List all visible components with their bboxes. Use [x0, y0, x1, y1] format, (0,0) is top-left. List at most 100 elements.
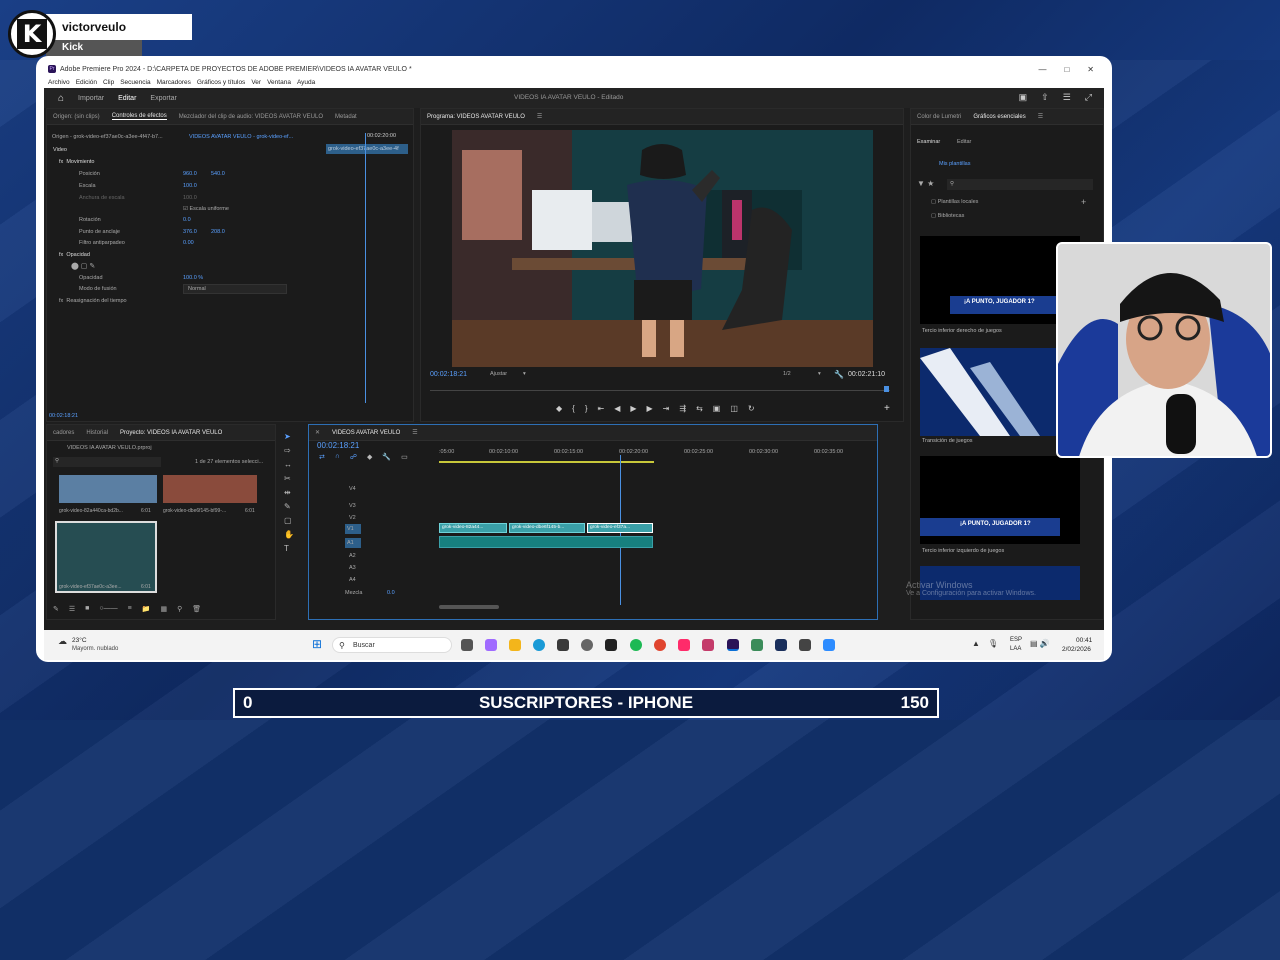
go-to-in-icon[interactable]: ⇤: [598, 404, 605, 413]
find-icon[interactable]: ⚲: [177, 605, 182, 613]
icon-view-icon[interactable]: ■: [85, 605, 89, 613]
settings-wrench-icon[interactable]: 🔧: [382, 453, 391, 461]
eg-menu-icon[interactable]: ☰: [1038, 113, 1043, 120]
spotify-icon[interactable]: [630, 639, 642, 651]
sequence-label[interactable]: VIDEOS AVATAR VEULO - grok-video-ef...: [189, 134, 293, 140]
tab-proyecto[interactable]: Proyecto: VIDEOS IA AVATAR VEULO: [120, 430, 222, 436]
add-template-icon[interactable]: +: [1081, 197, 1086, 207]
tiktok-icon[interactable]: [678, 639, 690, 651]
copilot-icon[interactable]: [485, 639, 497, 651]
workspaces-icon[interactable]: ▣: [1019, 92, 1028, 103]
my-templates-button[interactable]: Mis plantillas: [939, 161, 970, 167]
panel-menu-icon[interactable]: ☰: [537, 113, 542, 120]
clock-time[interactable]: 00:41: [1076, 637, 1092, 644]
clip-v1-1[interactable]: grok-video-82a44...: [439, 523, 507, 533]
timeline-ruler[interactable]: :05:00 00:02:10:00 00:02:15:00 00:02:20:…: [439, 447, 869, 461]
escala-uniforme-checkbox[interactable]: ☑ Escala uniforme: [183, 206, 229, 212]
lang-indicator[interactable]: ESP: [1010, 637, 1022, 643]
edge-icon[interactable]: [533, 639, 545, 651]
timeline-scroll[interactable]: [439, 605, 499, 609]
go-to-out-icon[interactable]: ⇥: [663, 404, 670, 413]
audio-clip-a1[interactable]: [439, 536, 653, 548]
tab-editar[interactable]: Editar: [118, 95, 136, 102]
lang-indicator-2[interactable]: LAA: [1010, 646, 1021, 652]
thumb-clip-3[interactable]: [55, 521, 157, 593]
capcut-icon[interactable]: [702, 639, 714, 651]
slip-tool-icon[interactable]: ⇹: [284, 488, 298, 497]
tab-metadatos[interactable]: Metadat: [335, 114, 357, 120]
pen-tool-icon[interactable]: ✎: [284, 502, 298, 511]
opacidad-value[interactable]: 100.0 %: [183, 275, 203, 281]
pencil-icon[interactable]: ✎: [53, 605, 59, 613]
ripple-tool-icon[interactable]: ↔: [284, 460, 298, 469]
close-icon[interactable]: ✕: [1087, 65, 1094, 74]
compare-icon[interactable]: ◫: [730, 404, 738, 413]
razor-tool-icon[interactable]: ✂: [284, 474, 298, 483]
timeline-title[interactable]: VIDEOS AVATAR VEULO: [332, 430, 400, 436]
weather-temp[interactable]: 23°C: [72, 637, 87, 644]
tray-chevron-icon[interactable]: ▲: [972, 639, 980, 648]
menu-marcadores[interactable]: Marcadores: [157, 79, 191, 86]
maximize-icon[interactable]: □: [1064, 65, 1069, 74]
tab-examinar[interactable]: Examinar: [917, 139, 940, 145]
track-a2[interactable]: A2: [349, 553, 356, 559]
menu-edicion[interactable]: Edición: [76, 79, 97, 86]
eg-search-input[interactable]: ⚲: [947, 179, 1093, 190]
program-title[interactable]: Programa: VIDEOS AVATAR VEULO: [427, 114, 525, 120]
tree-plantillas[interactable]: ▢ Plantillas locales: [931, 199, 978, 205]
tab-editar-eg[interactable]: Editar: [957, 139, 971, 145]
taskbar-search[interactable]: ⚲ Buscar: [332, 637, 452, 653]
zoom-slider-icon[interactable]: ○——: [99, 605, 117, 613]
tab-mezclador[interactable]: Mezclador del clip de audio: VIDEOS AVAT…: [179, 114, 323, 120]
thumb-clip-1[interactable]: [59, 475, 157, 503]
tab-historial[interactable]: Historial: [86, 430, 108, 436]
program-playhead[interactable]: [884, 386, 889, 392]
folder-icon[interactable]: 📁: [142, 605, 151, 613]
add-marker-icon[interactable]: ◆: [367, 453, 372, 461]
mix-value[interactable]: 0.0: [387, 590, 395, 596]
obs-icon[interactable]: [581, 639, 593, 651]
tab-controles-efectos[interactable]: Controles de efectos: [111, 113, 167, 120]
trash-icon[interactable]: 🗑: [192, 605, 201, 613]
modo-fusion-select[interactable]: Normal: [183, 284, 287, 294]
linked-icon[interactable]: ☍: [350, 453, 357, 461]
nest-icon[interactable]: ⇄: [319, 453, 325, 461]
hand-tool-icon[interactable]: ✋: [284, 530, 298, 539]
posicion-x[interactable]: 960.0: [183, 171, 197, 177]
sort-icon[interactable]: ≡: [128, 605, 132, 613]
captions-icon[interactable]: ▭: [401, 453, 408, 461]
tab-lumetri[interactable]: Color de Lumetri: [917, 114, 961, 120]
timeline-close-icon[interactable]: ✕: [315, 429, 320, 436]
antiparpadeo-value[interactable]: 0.00: [183, 240, 194, 246]
play-icon[interactable]: ▶: [630, 404, 636, 413]
weather-icon[interactable]: ☁: [58, 636, 67, 647]
app4-icon[interactable]: [823, 639, 835, 651]
weather-desc[interactable]: Mayorm. nublado: [72, 646, 118, 652]
tab-origen[interactable]: Origen: (sin clips): [53, 114, 100, 120]
menu-secuencia[interactable]: Secuencia: [120, 79, 150, 86]
track-v4[interactable]: V4: [349, 486, 356, 492]
taskview-icon[interactable]: [461, 639, 473, 651]
menu-archivo[interactable]: Archivo: [48, 79, 70, 86]
track-v2[interactable]: V2: [349, 515, 356, 521]
thumb-clip-2[interactable]: [163, 475, 257, 503]
work-area-bar[interactable]: [439, 461, 654, 463]
home-icon[interactable]: ⌂: [58, 93, 64, 104]
add-button-icon[interactable]: +: [884, 403, 890, 414]
fullscreen-icon[interactable]: ⤢: [1085, 92, 1092, 103]
menu-graficos[interactable]: Gráficos y títulos: [197, 79, 245, 86]
track-a4[interactable]: A4: [349, 577, 356, 583]
clip-v1-2[interactable]: grok-video-dbe6f145-b...: [509, 523, 585, 533]
posicion-y[interactable]: 540.0: [211, 171, 225, 177]
loop-icon[interactable]: ↻: [748, 404, 755, 413]
new-item-icon[interactable]: ▦: [160, 605, 167, 613]
tab-graficos-esenciales[interactable]: Gráficos esenciales: [973, 114, 1025, 120]
network-volume-icon[interactable]: ▤ 🔊: [1030, 639, 1050, 648]
store-icon[interactable]: [557, 639, 569, 651]
app2-icon[interactable]: [751, 639, 763, 651]
filter-icon[interactable]: ▼ ★: [917, 179, 934, 188]
track-v3[interactable]: V3: [349, 503, 356, 509]
track-a1-target[interactable]: A1: [345, 538, 361, 548]
menu-ver[interactable]: Ver: [251, 79, 261, 86]
overwrite-icon[interactable]: ⇆: [696, 404, 703, 413]
